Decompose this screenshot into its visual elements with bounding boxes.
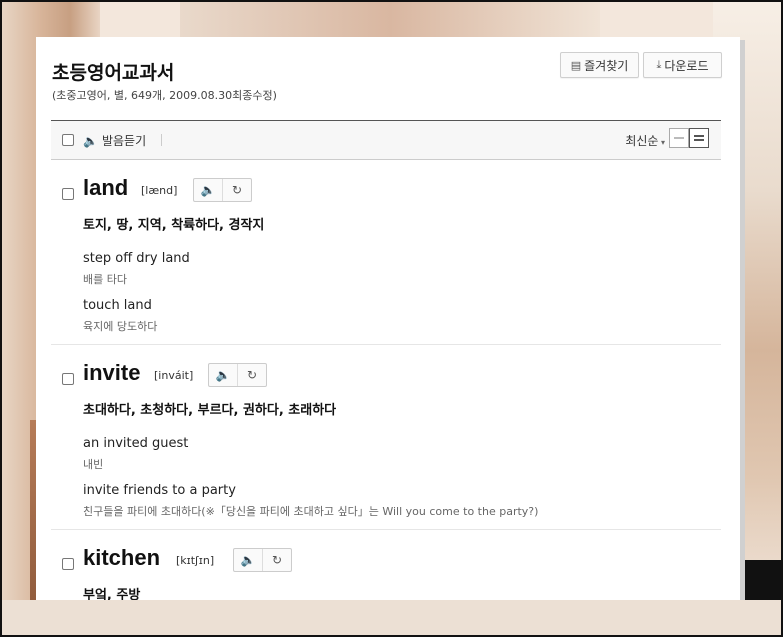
line-icon (674, 137, 684, 139)
repeat-icon[interactable]: ↻ (262, 549, 291, 571)
entry-meaning: 부엌, 주방 (83, 588, 141, 600)
wordbook-title: 초등영어교과서 (52, 62, 175, 84)
example-english: invite friends to a party (83, 483, 236, 498)
entry-sound-controls: 🔈 ↻ (233, 548, 292, 572)
download-button[interactable]: ⤓ 다운로드 (643, 52, 722, 78)
entry-checkbox[interactable] (62, 373, 74, 385)
favorite-label: 즐겨찾기 (584, 58, 629, 73)
example-english: an invited guest (83, 436, 189, 451)
speaker-icon[interactable]: 🔈 (209, 364, 237, 386)
entry-word[interactable]: invite (83, 360, 140, 386)
caret-down-icon: ▾ (658, 138, 665, 147)
entry-sound-controls: 🔈 ↻ (208, 363, 267, 387)
panel-shadow (740, 40, 745, 600)
example-english: step off dry land (83, 251, 190, 266)
example-korean: 육지에 당도하다 (83, 320, 158, 333)
listen-label: 발음듣기 (101, 134, 147, 148)
speaker-icon[interactable]: 🔈 (194, 179, 222, 201)
lines-icon (694, 135, 704, 141)
entry-meaning: 토지, 땅, 지역, 착륙하다, 경작지 (83, 218, 265, 233)
sort-dropdown[interactable]: 최신순 ▾ (625, 132, 665, 149)
list-toolbar: 🔈 발음듣기 최신순 ▾ (51, 120, 721, 160)
download-icon: ⤓ (656, 58, 662, 71)
entry-meaning: 초대하다, 초청하다, 부르다, 권하다, 초래하다 (83, 403, 337, 418)
entry-pronunciation: [kɪtʃɪn] (176, 554, 215, 567)
example-english: touch land (83, 298, 152, 313)
speaker-icon: 🔈 (83, 133, 98, 148)
entry-checkbox[interactable] (62, 188, 74, 200)
listen-all-button[interactable]: 🔈 발음듣기 (83, 132, 146, 149)
select-all-checkbox[interactable] (62, 134, 74, 146)
entry-word[interactable]: kitchen (83, 545, 160, 571)
entry-checkbox[interactable] (62, 558, 74, 570)
download-label: 다운로드 (664, 58, 709, 73)
example-korean: 배를 타다 (83, 273, 127, 286)
entry-divider (51, 529, 721, 530)
view-toggle (669, 128, 709, 148)
sort-label: 최신순 (625, 134, 659, 148)
speaker-icon[interactable]: 🔈 (234, 549, 262, 571)
toolbar-divider (161, 134, 162, 146)
repeat-icon[interactable]: ↻ (237, 364, 266, 386)
wordbook-panel: 초등영어교과서 (초중고영어, 별, 649개, 2009.08.30최종수정)… (36, 37, 740, 600)
entry-sound-controls: 🔈 ↻ (193, 178, 252, 202)
example-korean: 친구들을 파티에 초대하다(※「당신을 파티에 초대하고 싶다」는 Will y… (83, 505, 539, 518)
entry-pronunciation: [inváit] (154, 369, 194, 382)
example-korean: 내빈 (83, 458, 104, 471)
detail-view-button[interactable] (689, 128, 709, 148)
favorite-button[interactable]: ▤ 즐겨찾기 (560, 52, 639, 78)
entry-pronunciation: [lænd] (141, 184, 178, 197)
entry-word[interactable]: land (83, 175, 128, 201)
list-icon: ▤ (570, 58, 582, 72)
entry-divider (51, 344, 721, 345)
repeat-icon[interactable]: ↻ (222, 179, 251, 201)
wordbook-subtitle: (초중고영어, 별, 649개, 2009.08.30최종수정) (52, 89, 277, 102)
compact-view-button[interactable] (669, 128, 689, 148)
